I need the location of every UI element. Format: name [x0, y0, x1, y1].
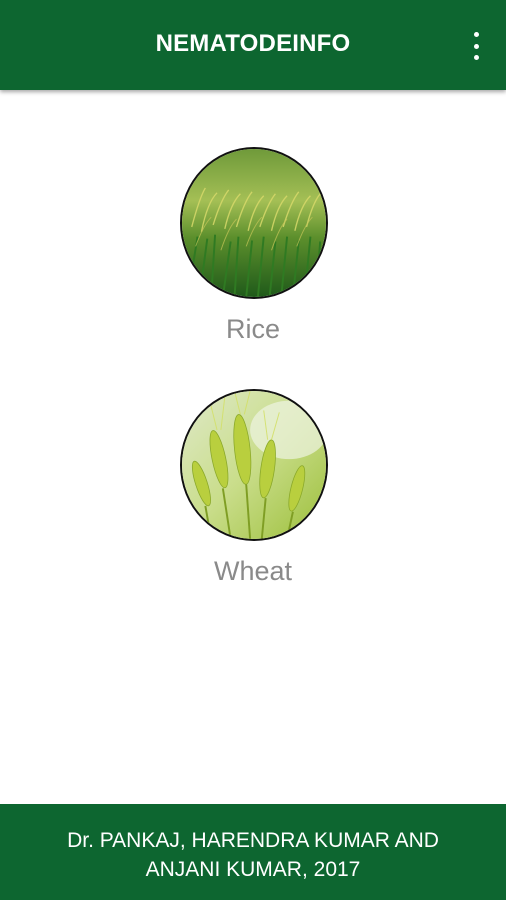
- credits-line-2: ANJANI KUMAR, 2017: [145, 858, 361, 881]
- app-title: NEMATODEINFO: [155, 30, 351, 57]
- credits-text: Dr. PANKAJ, HARENDRA KUMAR AND ANJANI KU…: [20, 826, 486, 884]
- rice-field-image[interactable]: [180, 147, 328, 299]
- credits-line-1: Dr. PANKAJ, HARENDRA KUMAR AND: [67, 829, 439, 852]
- wheat-ears-image[interactable]: [180, 389, 328, 541]
- credits-footer: Dr. PANKAJ, HARENDRA KUMAR AND ANJANI KU…: [0, 804, 506, 900]
- app-bar: NEMATODEINFO: [0, 0, 506, 90]
- more-vert-icon[interactable]: [470, 32, 482, 60]
- crop-label-rice: Rice: [225, 314, 280, 344]
- crop-label-wheat: Wheat: [213, 556, 293, 586]
